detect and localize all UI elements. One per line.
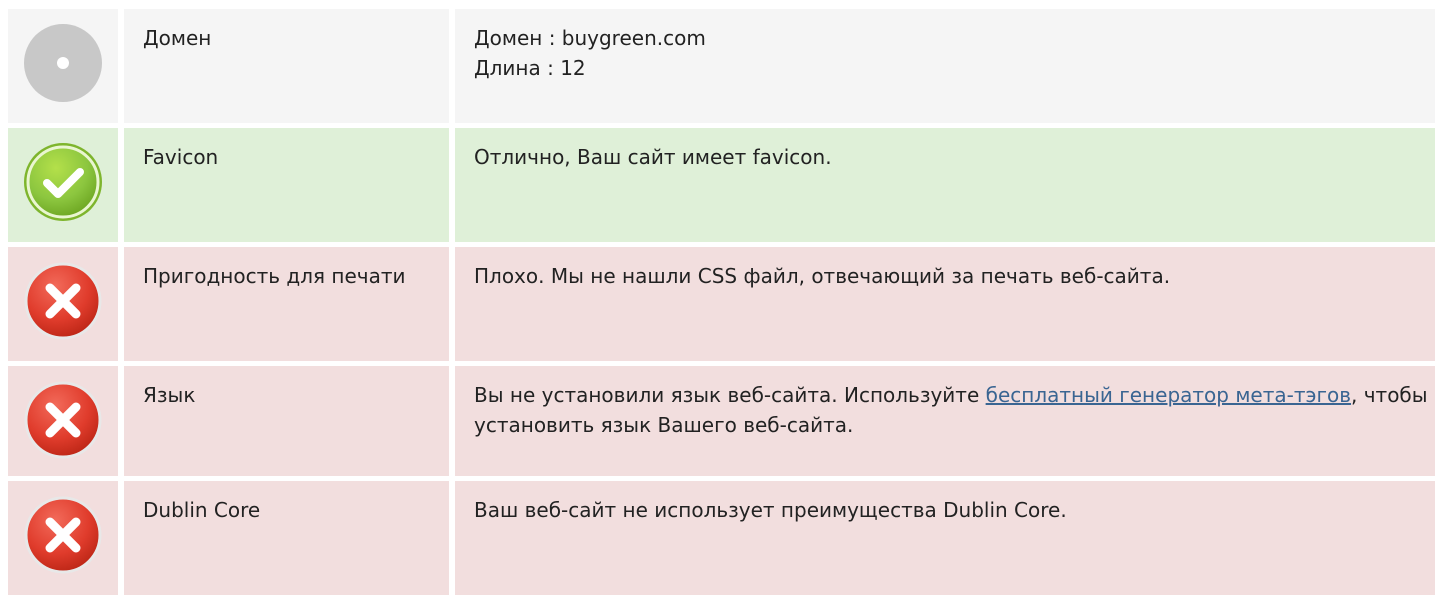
seo-report-table: Домен Домен : buygreen.com Длина : 12 Fa… [8, 9, 1435, 595]
row-description: Отлично, Ваш сайт имеет favicon. [455, 128, 1435, 242]
description-text-before: Вы не установили язык веб-сайта. Использ… [474, 383, 986, 407]
status-cell [8, 366, 118, 476]
row-label: Dublin Core [124, 481, 449, 595]
error-x-icon [24, 262, 102, 340]
report-row-dublin-core: Dublin Core Ваш веб-сайт не использует п… [8, 481, 1435, 595]
info-dot-icon [24, 24, 102, 102]
report-row-domain: Домен Домен : buygreen.com Длина : 12 [8, 9, 1435, 123]
status-cell [8, 128, 118, 242]
error-x-icon [24, 381, 102, 459]
report-row-favicon: Favicon Отлично, Ваш сайт имеет favicon. [8, 128, 1435, 242]
status-cell [8, 481, 118, 595]
row-description: Ваш веб-сайт не использует преимущества … [455, 481, 1435, 595]
error-x-icon [24, 496, 102, 574]
row-label: Пригодность для печати [124, 247, 449, 361]
report-row-print: Пригодность для печати Плохо. Мы не нашл… [8, 247, 1435, 361]
check-icon [24, 143, 102, 221]
domain-length-line: Длина : 12 [474, 56, 586, 80]
row-description: Вы не установили язык веб-сайта. Использ… [455, 366, 1435, 476]
row-label: Язык [124, 366, 449, 476]
domain-name-line: Домен : buygreen.com [474, 26, 706, 50]
row-description: Плохо. Мы не нашли CSS файл, отвечающий … [455, 247, 1435, 361]
report-row-language: Язык Вы не установили язык веб-сайта. Ис… [8, 366, 1435, 476]
meta-tag-generator-link[interactable]: бесплатный генератор мета-тэгов [986, 383, 1351, 407]
row-label: Favicon [124, 128, 449, 242]
status-cell [8, 247, 118, 361]
row-label: Домен [124, 9, 449, 123]
status-cell [8, 9, 118, 123]
row-description: Домен : buygreen.com Длина : 12 [455, 9, 1435, 123]
